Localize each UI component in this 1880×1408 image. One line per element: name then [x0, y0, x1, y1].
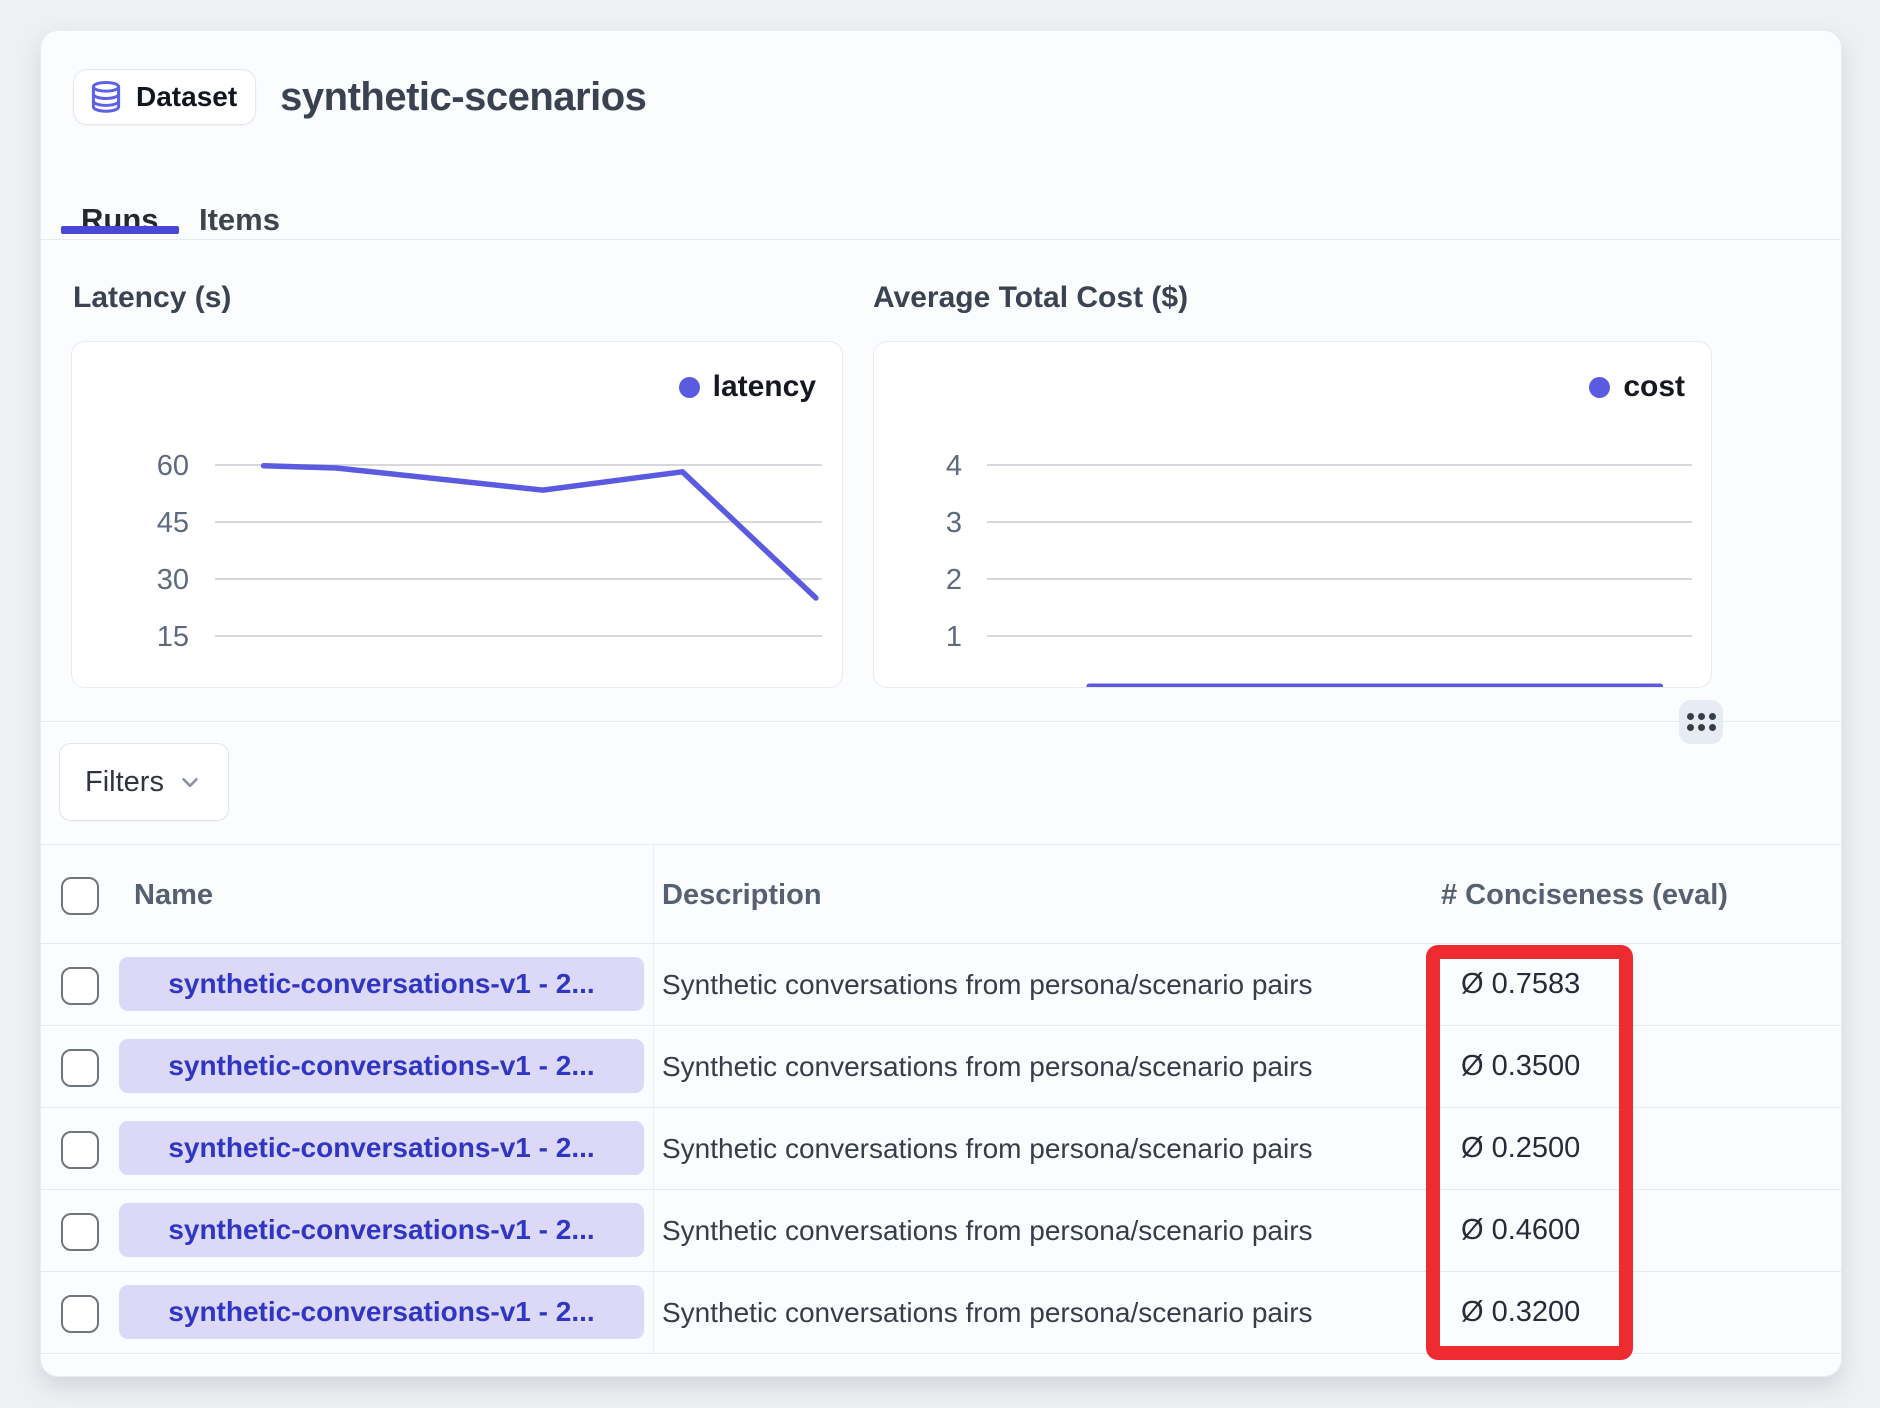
page-header: Dataset synthetic-scenarios — [73, 69, 646, 125]
cost-line-chart: 4 3 2 1 — [874, 342, 1711, 687]
section-divider — [41, 721, 1841, 722]
page: { "header": { "badge_label": "Dataset", … — [0, 0, 1880, 1408]
cost-legend: cost — [1589, 370, 1685, 404]
drag-handle[interactable] — [1679, 700, 1723, 744]
latency-legend-label: latency — [713, 370, 816, 404]
run-name-link[interactable]: synthetic-conversations-v1 - 2... — [119, 1121, 644, 1175]
table-header-row: Name Description # Conciseness (eval) — [41, 845, 1841, 944]
page-title: synthetic-scenarios — [280, 75, 646, 120]
run-name-link[interactable]: synthetic-conversations-v1 - 2... — [119, 957, 644, 1011]
filters-button[interactable]: Filters — [59, 743, 229, 821]
row-checkbox[interactable] — [61, 1131, 99, 1169]
row-checkbox[interactable] — [61, 1049, 99, 1087]
cost-chart-card: cost 4 3 2 1 — [873, 341, 1712, 688]
tab-items-label: Items — [199, 202, 280, 237]
tab-bar: Runs Items — [41, 176, 1841, 240]
run-name-link[interactable]: synthetic-conversations-v1 - 2... — [119, 1285, 644, 1339]
grip-dots-icon — [1687, 713, 1716, 731]
svg-text:30: 30 — [157, 564, 189, 596]
select-all-checkbox[interactable] — [61, 877, 99, 915]
svg-text:45: 45 — [157, 507, 189, 539]
legend-dot-icon — [679, 377, 700, 398]
red-annotation-box — [1426, 945, 1633, 1360]
svg-text:1: 1 — [946, 621, 962, 653]
column-header-name: Name — [134, 879, 213, 912]
svg-text:3: 3 — [946, 507, 962, 539]
badge-label: Dataset — [136, 81, 237, 113]
cost-chart-title: Average Total Cost ($) — [873, 281, 1188, 315]
tab-items[interactable]: Items — [199, 202, 280, 238]
cost-legend-label: cost — [1623, 370, 1685, 404]
run-name-link[interactable]: synthetic-conversations-v1 - 2... — [119, 1039, 644, 1093]
latency-chart-card: latency 60 45 30 15 — [71, 341, 843, 688]
filters-button-label: Filters — [85, 766, 164, 799]
latency-chart-title: Latency (s) — [73, 281, 231, 315]
svg-text:4: 4 — [946, 450, 962, 482]
database-icon — [88, 79, 124, 115]
active-tab-underline — [61, 226, 179, 234]
svg-text:2: 2 — [946, 564, 962, 596]
svg-text:15: 15 — [157, 621, 189, 653]
run-name-link[interactable]: synthetic-conversations-v1 - 2... — [119, 1203, 644, 1257]
chevron-down-icon — [177, 769, 203, 795]
svg-text:60: 60 — [157, 450, 189, 482]
dataset-badge: Dataset — [73, 69, 256, 125]
run-description: Synthetic conversations from persona/sce… — [662, 969, 1313, 1001]
column-header-conciseness: # Conciseness (eval) — [1441, 879, 1728, 912]
row-checkbox[interactable] — [61, 1213, 99, 1251]
run-description: Synthetic conversations from persona/sce… — [662, 1133, 1313, 1165]
row-checkbox[interactable] — [61, 1295, 99, 1333]
legend-dot-icon — [1589, 377, 1610, 398]
row-checkbox[interactable] — [61, 967, 99, 1005]
run-description: Synthetic conversations from persona/sce… — [662, 1215, 1313, 1247]
column-header-description: Description — [662, 879, 822, 912]
run-description: Synthetic conversations from persona/sce… — [662, 1051, 1313, 1083]
latency-legend: latency — [679, 370, 816, 404]
run-description: Synthetic conversations from persona/sce… — [662, 1297, 1313, 1329]
